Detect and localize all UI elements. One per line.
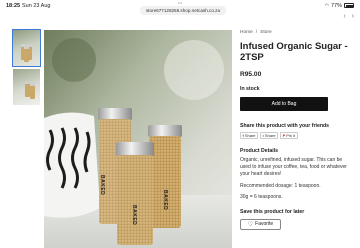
thumbnail-1[interactable] bbox=[12, 29, 41, 67]
facebook-share-button[interactable]: f Share bbox=[240, 132, 259, 139]
breadcrumb: Home / Store bbox=[240, 30, 354, 35]
battery-icon bbox=[344, 3, 354, 8]
product-photo bbox=[44, 30, 232, 248]
pinterest-label: Pin it bbox=[286, 132, 296, 138]
pinterest-button[interactable]: P Pin it bbox=[280, 132, 298, 139]
jar-label-2: BAKED bbox=[131, 205, 137, 226]
pinterest-icon: P bbox=[282, 132, 286, 138]
quantity-text: 30g = 6 teaspoons. bbox=[240, 193, 283, 200]
product-title: Infused Organic Sugar - 2TSP bbox=[240, 41, 348, 63]
jar-label-3: BAKED bbox=[162, 190, 168, 211]
tab-dots[interactable]: ••• bbox=[171, 1, 189, 5]
chevron-left-icon[interactable]: ‹ bbox=[343, 13, 345, 20]
wifi-icon: ◠ bbox=[324, 2, 329, 9]
breadcrumb-separator: / bbox=[255, 30, 258, 35]
twitter-share-button[interactable]: t Share bbox=[260, 132, 279, 139]
stock-status: In stock bbox=[240, 86, 260, 92]
status-time: 18:25 bbox=[6, 3, 21, 9]
status-right: ◠ 77% bbox=[325, 3, 354, 9]
product-panel: Home / Store Infused Organic Sugar - 2TS… bbox=[240, 30, 354, 230]
carousel-nav: ‹ › bbox=[343, 13, 354, 20]
heart-icon: ♡ bbox=[247, 221, 254, 228]
add-to-bag-button[interactable]: Add to Bag bbox=[240, 97, 328, 111]
battery-percent: 77% bbox=[330, 2, 342, 9]
twitter-icon: t bbox=[262, 132, 264, 138]
share-heading: Share this product with your friends bbox=[240, 123, 330, 129]
facebook-icon: f bbox=[242, 132, 244, 138]
save-heading: Save this product for later bbox=[240, 208, 305, 215]
dosage-text: Recommended dosage: 1 teaspoon. bbox=[240, 182, 321, 189]
breadcrumb-home[interactable]: Home bbox=[240, 30, 253, 35]
product-description: Organic, unrefined, infused sugar. This … bbox=[240, 156, 347, 177]
twitter-share-label: Share bbox=[264, 132, 276, 138]
thumbnail-list bbox=[12, 29, 41, 108]
details-heading: Product Details bbox=[240, 147, 279, 154]
status-date: Sun 23 Aug bbox=[22, 3, 51, 9]
breadcrumb-store[interactable]: Store bbox=[260, 30, 271, 35]
share-buttons: f Share t Share P Pin it bbox=[240, 132, 354, 139]
favorite-button[interactable]: ♡ Favorite bbox=[240, 218, 281, 230]
thumbnail-2[interactable] bbox=[13, 69, 40, 105]
url-bar[interactable]: store677128258.shop.netcash.co.za bbox=[140, 6, 226, 15]
product-image[interactable]: BAKED BAKED BAKED bbox=[44, 30, 232, 248]
facebook-share-label: Share bbox=[244, 132, 256, 138]
favorite-label: Favorite bbox=[255, 221, 274, 227]
product-price: R95.00 bbox=[240, 71, 262, 78]
jar-label-1: BAKED bbox=[99, 175, 105, 196]
chevron-right-icon[interactable]: › bbox=[352, 13, 354, 20]
